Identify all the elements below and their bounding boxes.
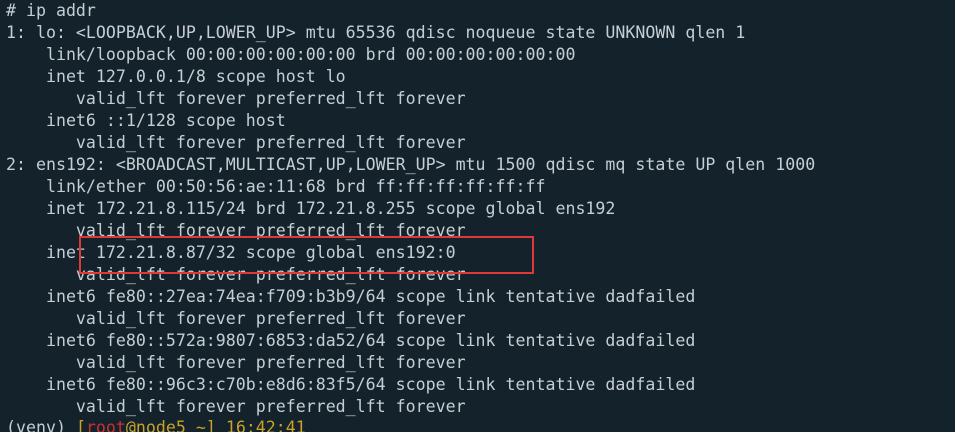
prompt-time: 16:42:41: [215, 418, 306, 432]
terminal-line-lo-inet6: inet6 ::1/128 scope host: [6, 111, 286, 130]
terminal-line-ens192-link: link/ether 00:50:56:ae:11:68 brd ff:ff:f…: [6, 177, 546, 196]
terminal-line-lo-link: link/loopback 00:00:00:00:00:00 brd 00:0…: [6, 45, 576, 64]
terminal-line-ens192-inet: inet 172.21.8.115/24 brd 172.21.8.255 sc…: [6, 199, 616, 218]
prompt-path: ~]: [185, 418, 216, 432]
terminal-line-lo-header: 1: lo: <LOOPBACK,UP,LOWER_UP> mtu 65536 …: [6, 23, 746, 42]
shell-prompt[interactable]: (venv) [root@node5 ~] 16:42:41: [6, 417, 306, 432]
prompt-host: node5: [135, 418, 186, 432]
prompt-venv: (venv): [6, 418, 76, 432]
terminal-line-lo-inet-lft: valid_lft forever preferred_lft forever: [6, 89, 466, 108]
terminal-line-inet6-2: inet6 fe80::572a:9807:6853:da52/64 scope…: [6, 331, 696, 350]
terminal-line-inet6-3-lft: valid_lft forever preferred_lft forever: [6, 397, 466, 416]
terminal-window[interactable]: # ip addr 1: lo: <LOOPBACK,UP,LOWER_UP> …: [0, 0, 955, 432]
prompt-open-bracket: [: [75, 418, 86, 432]
terminal-line-inet6-1-lft: valid_lft forever preferred_lft forever: [6, 309, 466, 328]
terminal-line-ens192-inet-lft: valid_lft forever preferred_lft forever: [6, 221, 466, 240]
terminal-line-command: # ip addr: [6, 1, 96, 20]
terminal-line-lo-inet6-lft: valid_lft forever preferred_lft forever: [6, 133, 466, 152]
terminal-line-inet6-1: inet6 fe80::27ea:74ea:f709:b3b9/64 scope…: [6, 287, 696, 306]
prompt-at: @: [125, 418, 136, 432]
terminal-line-ens192-alias-lft: valid_lft forever preferred_lft forever: [6, 265, 466, 284]
terminal-line-ens192-header: 2: ens192: <BROADCAST,MULTICAST,UP,LOWER…: [6, 155, 816, 174]
terminal-line-lo-inet: inet 127.0.0.1/8 scope host lo: [6, 67, 346, 86]
prompt-user: root: [85, 418, 126, 432]
terminal-line-inet6-2-lft: valid_lft forever preferred_lft forever: [6, 353, 466, 372]
terminal-line-ens192-alias-inet: inet 172.21.8.87/32 scope global ens192:…: [6, 243, 456, 262]
terminal-output: # ip addr 1: lo: <LOOPBACK,UP,LOWER_UP> …: [6, 0, 955, 418]
terminal-line-inet6-3: inet6 fe80::96c3:c70b:e8d6:83f5/64 scope…: [6, 375, 696, 394]
